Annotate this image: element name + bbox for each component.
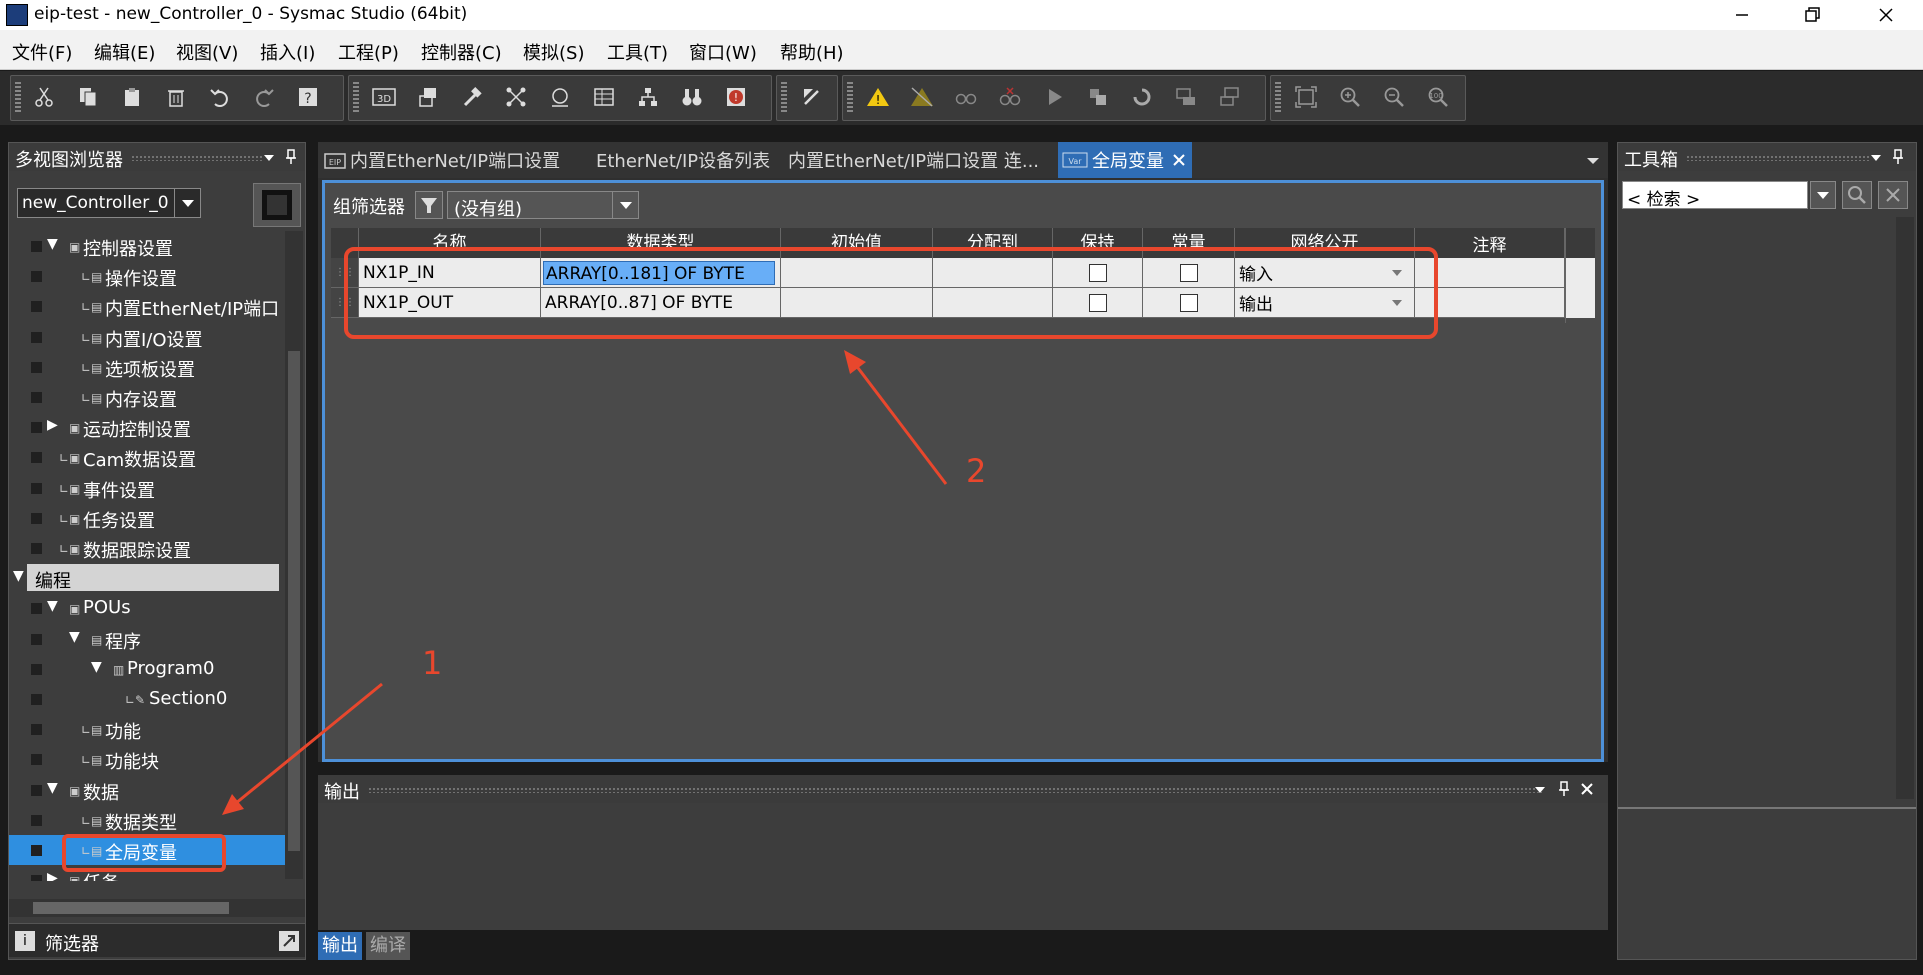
annotation-label-2: 2 — [966, 452, 987, 490]
annotation-overlay — [222, 350, 948, 815]
annotation-arrowhead-1 — [222, 794, 244, 815]
annotation-arrow-1 — [229, 682, 383, 810]
annotation-label-1: 1 — [422, 644, 443, 682]
annotation-arrow-2 — [850, 359, 948, 485]
annotation-arrowhead-2 — [844, 350, 866, 374]
